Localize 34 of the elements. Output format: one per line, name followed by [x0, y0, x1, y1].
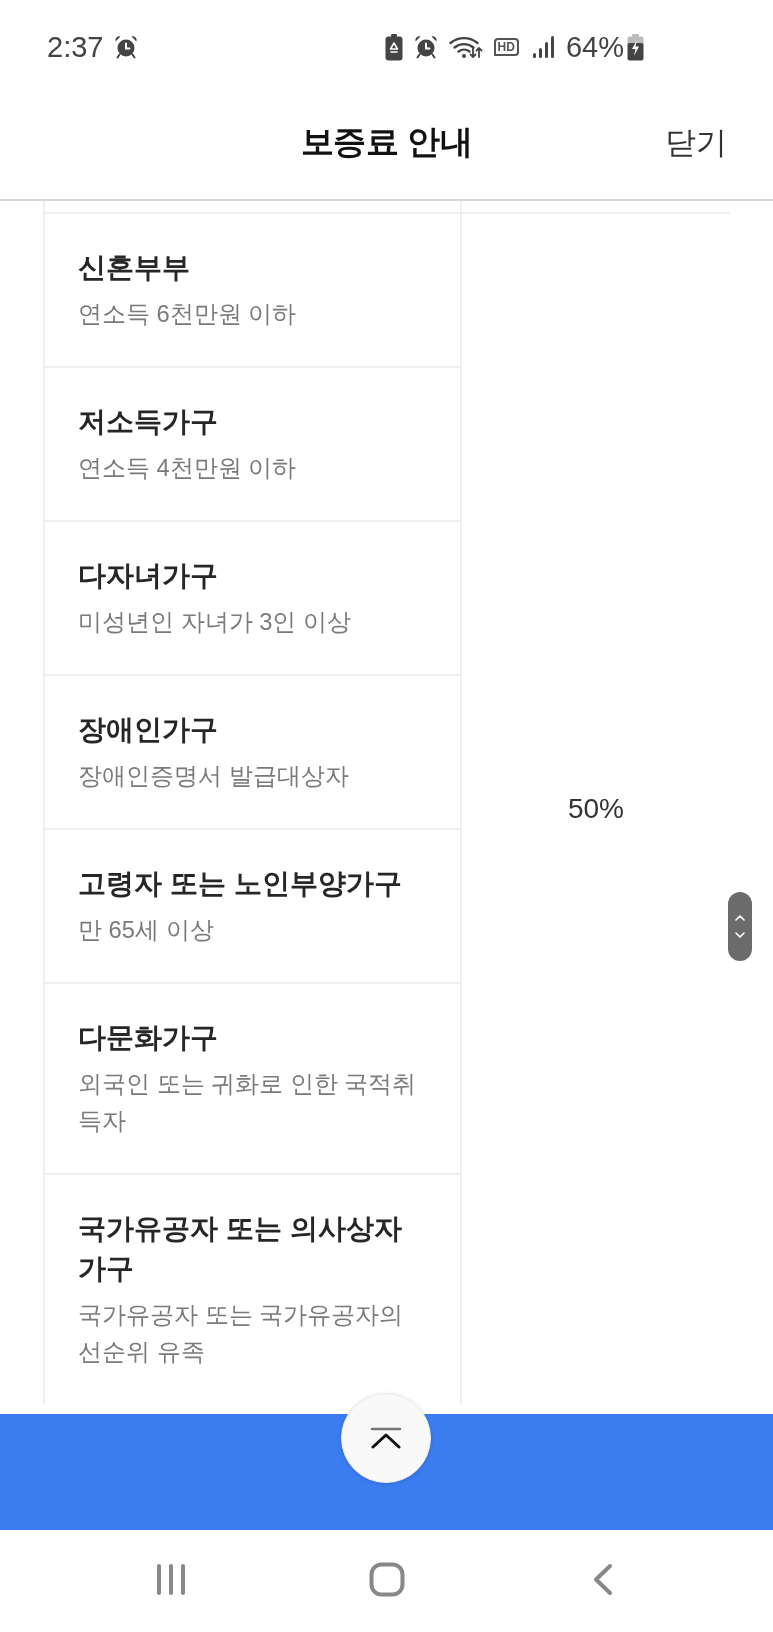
wifi-icon — [448, 35, 483, 59]
category-title: 저소득가구 — [78, 404, 219, 439]
back-icon[interactable] — [592, 1562, 613, 1596]
category-condition: 미성년인 자녀가 3인 이상 — [78, 608, 352, 637]
category-title: 고령자 또는 노인부양가구 — [78, 866, 403, 901]
category-condition: 연소득 6천만원 이하 — [78, 300, 298, 329]
alarm-clock-icon — [413, 35, 438, 59]
battery-icon — [384, 33, 403, 61]
category-title: 신혼부부 — [78, 250, 191, 285]
close-button[interactable]: 닫기 — [665, 121, 727, 164]
category-condition: 장애인증명서 발급대상자 — [78, 762, 350, 791]
chevron-down-icon — [735, 932, 745, 938]
category-condition: 만 65세 이상 — [78, 916, 215, 945]
hd-badge: HD — [493, 38, 519, 56]
recent-apps-icon[interactable] — [155, 1562, 186, 1596]
category-condition: 국가유공자 또는 국가유공자의 선순위 유족 — [78, 1301, 405, 1367]
category-condition: 외국인 또는 귀화로 인한 국적취득자 — [78, 1070, 418, 1136]
signal-icon — [531, 36, 555, 58]
chevron-up-bar-icon — [370, 1427, 402, 1449]
status-time: 2:37 — [47, 32, 104, 62]
page-title: 보증료 안내 — [300, 122, 473, 162]
category-title: 장애인가구 — [78, 712, 219, 747]
home-icon[interactable] — [368, 1561, 405, 1597]
category-title: 국가유공자 또는 의사상자 가구 — [78, 1211, 403, 1286]
scroll-handle[interactable] — [728, 892, 752, 961]
category-condition: 연소득 4천만원 이하 — [78, 454, 298, 483]
discount-rate: 50% — [567, 793, 624, 825]
battery-percent: 64% — [565, 32, 624, 62]
battery-charging-icon — [627, 33, 644, 61]
category-title: 다자녀가구 — [78, 558, 219, 593]
category-title: 다문화가구 — [78, 1020, 219, 1055]
alarm-clock-icon — [114, 35, 139, 59]
chevron-up-icon — [735, 915, 745, 921]
action-button[interactable] — [0, 1414, 773, 1530]
